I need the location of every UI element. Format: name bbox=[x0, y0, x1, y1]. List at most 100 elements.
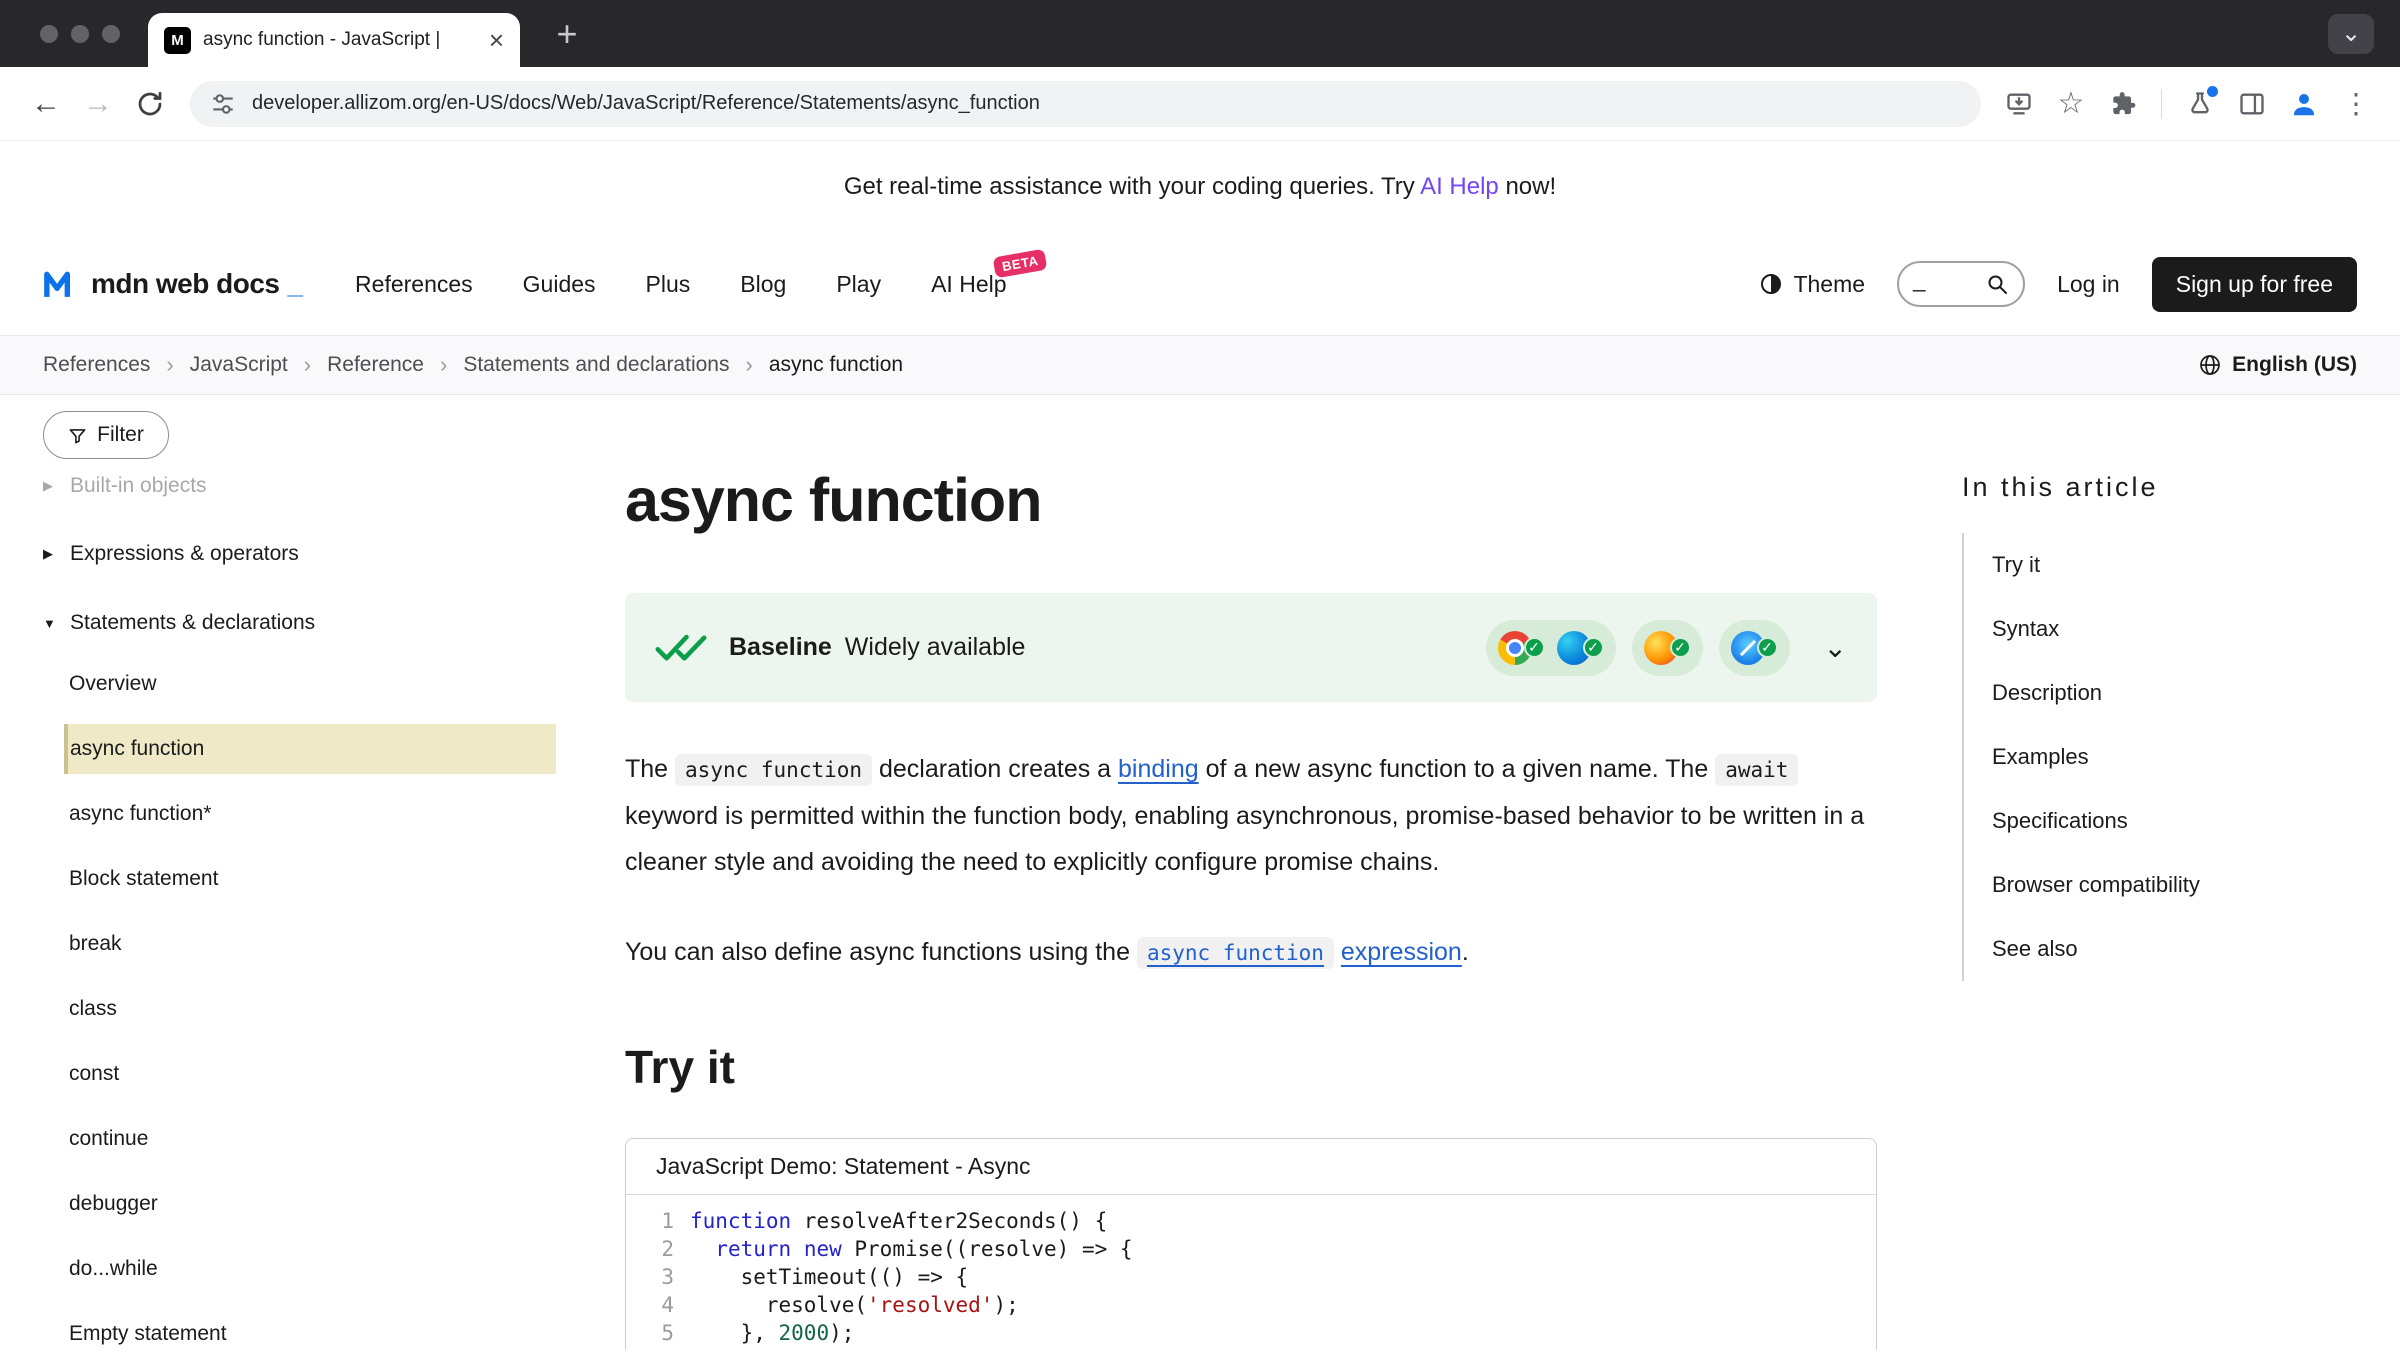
link-expression[interactable]: expression bbox=[1341, 938, 1462, 966]
toc-item-description[interactable]: Description bbox=[1964, 661, 2342, 725]
breadcrumb-references[interactable]: References bbox=[43, 353, 150, 377]
breadcrumb-async-function[interactable]: async function bbox=[769, 353, 903, 377]
sidebar-item-label: class bbox=[69, 997, 117, 1021]
window-minimize-button[interactable] bbox=[71, 25, 89, 43]
sidebar-item-block-statement[interactable]: Block statement bbox=[43, 846, 597, 911]
nav-item-references[interactable]: References bbox=[355, 271, 473, 298]
code-line: 4 resolve('resolved'); bbox=[626, 1291, 1876, 1319]
expanded-arrow-icon: ▼ bbox=[43, 616, 60, 631]
code-line: 5 }, 2000); bbox=[626, 1319, 1876, 1347]
tryit-heading: Try it bbox=[625, 1040, 1877, 1094]
code-token: ); bbox=[993, 1293, 1018, 1317]
code-content: function resolveAfter2Seconds() { bbox=[674, 1207, 1107, 1235]
login-link[interactable]: Log in bbox=[2057, 271, 2120, 298]
browser-support-pill: ✓ bbox=[1632, 620, 1703, 676]
text-run: The bbox=[625, 755, 675, 783]
sidebar-section-statements-declarations[interactable]: ▼Statements & declarations bbox=[43, 607, 597, 639]
nav-item-play[interactable]: Play bbox=[836, 271, 881, 298]
code-content: resolve('resolved'); bbox=[674, 1291, 1019, 1319]
link-binding[interactable]: binding bbox=[1118, 755, 1199, 783]
tab-title: async function - JavaScript | bbox=[203, 29, 477, 51]
window-close-button[interactable] bbox=[40, 25, 58, 43]
sidebar-filter-button[interactable]: Filter bbox=[43, 411, 169, 459]
beta-badge: BETA bbox=[993, 248, 1048, 278]
language-switcher[interactable]: English (US) bbox=[2198, 353, 2357, 377]
nav-item-plus[interactable]: Plus bbox=[646, 271, 691, 298]
sidebar-item-async-function[interactable]: async function* bbox=[43, 781, 597, 846]
browser-firefox-support: ✓ bbox=[1644, 631, 1691, 665]
extensions-button[interactable] bbox=[2101, 82, 2145, 126]
sidebar-item-do-while[interactable]: do...while bbox=[43, 1236, 597, 1301]
code-token: ); bbox=[829, 1321, 854, 1345]
breadcrumb-javascript[interactable]: JavaScript bbox=[190, 353, 288, 377]
browser-support-icons: ✓✓✓✓ bbox=[1486, 620, 1790, 676]
code-token: new bbox=[804, 1237, 842, 1261]
sidebar-item-label: break bbox=[69, 932, 122, 956]
sidebar-item-empty-statement[interactable]: Empty statement bbox=[43, 1301, 597, 1350]
tab-search-button[interactable]: ⌄ bbox=[2328, 14, 2374, 54]
globe-icon bbox=[2198, 353, 2222, 377]
sidebar-section-built-in-objects[interactable]: ▶Built-in objects bbox=[43, 471, 597, 501]
code-token: setTimeout(() => { bbox=[690, 1265, 968, 1289]
sidebar-item-continue[interactable]: continue bbox=[43, 1106, 597, 1171]
toc-item-browser-compatibility[interactable]: Browser compatibility bbox=[1964, 853, 2342, 917]
mdn-m-icon bbox=[43, 270, 83, 298]
nav-item-guides[interactable]: Guides bbox=[523, 271, 596, 298]
toc-item-examples[interactable]: Examples bbox=[1964, 725, 2342, 789]
tab-close-icon[interactable]: × bbox=[489, 27, 504, 53]
code-editor[interactable]: 1function resolveAfter2Seconds() {2 retu… bbox=[626, 1195, 1876, 1350]
forward-button[interactable]: → bbox=[74, 80, 122, 128]
address-bar[interactable]: developer.allizom.org/en-US/docs/Web/Jav… bbox=[190, 81, 1981, 127]
line-number: 4 bbox=[626, 1291, 674, 1319]
code-token: 'resolved' bbox=[867, 1293, 993, 1317]
nav-item-ai-help[interactable]: AI HelpBETA bbox=[931, 271, 1006, 298]
breadcrumb-statements-and-declarations[interactable]: Statements and declarations bbox=[463, 353, 729, 377]
signup-button[interactable]: Sign up for free bbox=[2152, 257, 2357, 312]
reload-button[interactable] bbox=[126, 80, 174, 128]
code-link-async-function[interactable]: async function bbox=[1137, 937, 1334, 969]
browser-tab[interactable]: M async function - JavaScript | × bbox=[148, 13, 520, 67]
toc-item-syntax[interactable]: Syntax bbox=[1964, 597, 2342, 661]
toc-item-try-it[interactable]: Try it bbox=[1964, 533, 2342, 597]
star-icon: ☆ bbox=[2058, 86, 2085, 121]
funnel-icon bbox=[68, 426, 87, 445]
baseline-availability: Widely available bbox=[845, 633, 1026, 661]
mdn-logo[interactable]: mdn web docs_ bbox=[43, 268, 303, 300]
bookmark-button[interactable]: ☆ bbox=[2049, 82, 2093, 126]
toc-item-specifications[interactable]: Specifications bbox=[1964, 789, 2342, 853]
side-panel-button[interactable] bbox=[2230, 82, 2274, 126]
sidebar-item-label: async function* bbox=[69, 802, 211, 826]
site-search-input[interactable]: _ bbox=[1897, 261, 2025, 307]
sidebar-item-overview[interactable]: Overview bbox=[43, 651, 597, 716]
baseline-expand-chevron-icon[interactable]: ⌄ bbox=[1824, 631, 1847, 664]
ai-help-promo-link[interactable]: AI Help bbox=[1420, 173, 1499, 200]
new-tab-button[interactable]: + bbox=[545, 12, 589, 56]
notification-dot bbox=[2207, 86, 2218, 97]
sidebar-item-async-function[interactable]: async function bbox=[43, 716, 597, 781]
sidebar-item-class[interactable]: class bbox=[43, 976, 597, 1041]
baseline-label: Baseline bbox=[729, 633, 832, 661]
toolbar-actions: ☆ ⋮ bbox=[1997, 82, 2378, 126]
sidebar-item-debugger[interactable]: debugger bbox=[43, 1171, 597, 1236]
window-zoom-button[interactable] bbox=[102, 25, 120, 43]
browser-menu-button[interactable]: ⋮ bbox=[2334, 82, 2378, 126]
breadcrumb-bar: References›JavaScript›Reference›Statemen… bbox=[0, 335, 2400, 395]
profile-button[interactable] bbox=[2282, 82, 2326, 126]
code-content: }, 2000); bbox=[674, 1319, 854, 1347]
toc-item-see-also[interactable]: See also bbox=[1964, 917, 2342, 981]
text-run bbox=[1334, 938, 1341, 966]
sidebar-section-expressions-operators[interactable]: ▶Expressions & operators bbox=[43, 538, 597, 570]
nav-item-blog[interactable]: Blog bbox=[740, 271, 786, 298]
sidebar-item-const[interactable]: const bbox=[43, 1041, 597, 1106]
primary-nav: References Guides Plus Blog Play AI HelpBETA bbox=[355, 271, 1006, 298]
sidebar-item-break[interactable]: break bbox=[43, 911, 597, 976]
back-button[interactable]: ← bbox=[22, 80, 70, 128]
reload-icon bbox=[135, 89, 165, 119]
docs-sidebar: Filter ▶Built-in objects ▶Expressions & o… bbox=[0, 395, 597, 1350]
theme-toggle[interactable]: Theme bbox=[1759, 271, 1865, 298]
inline-code: await bbox=[1715, 754, 1798, 786]
install-app-button[interactable] bbox=[1997, 82, 2041, 126]
line-number: 1 bbox=[626, 1207, 674, 1235]
search-labs-button[interactable] bbox=[2178, 82, 2222, 126]
breadcrumb-reference[interactable]: Reference bbox=[327, 353, 424, 377]
